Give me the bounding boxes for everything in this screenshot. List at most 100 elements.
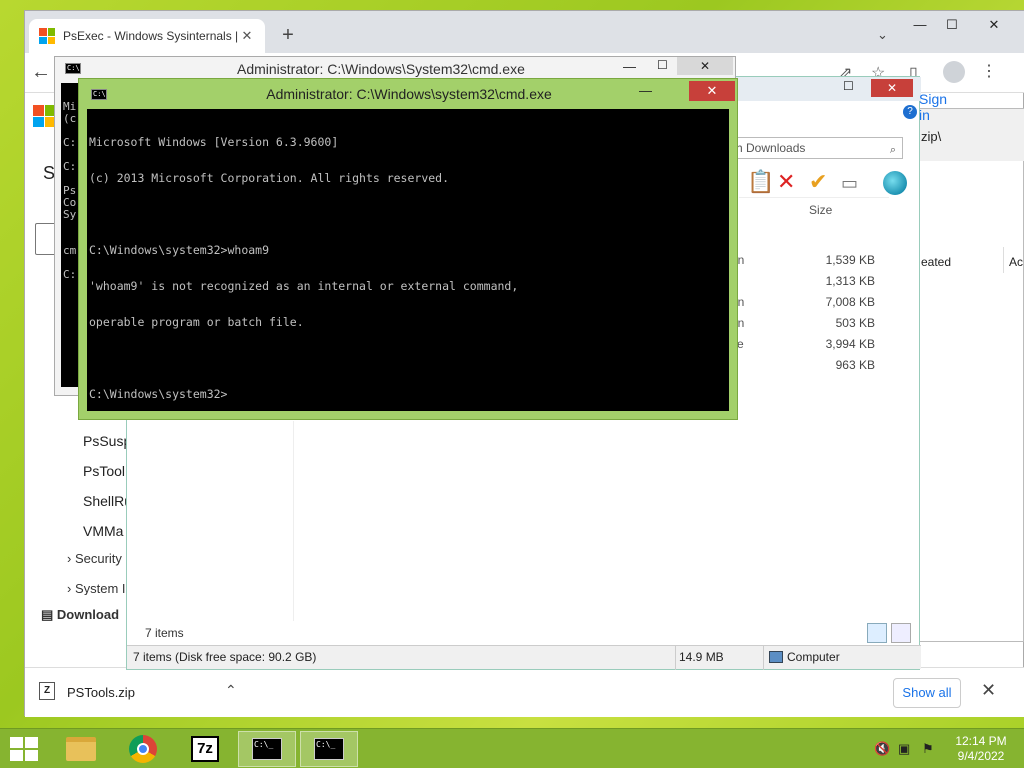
7zip-icon: 7z <box>191 736 219 762</box>
taskbar-cmd-1[interactable]: C:\_ <box>238 731 296 767</box>
console-line: C: <box>63 136 77 149</box>
sign-in-partial[interactable]: Sign in <box>919 91 947 123</box>
tab-search-chevron-icon[interactable]: ⌄ <box>877 27 888 43</box>
column-ac[interactable]: Ac <box>1009 255 1023 269</box>
cmd-back-minimize[interactable]: — <box>623 59 636 74</box>
nav-item[interactable]: VMMa <box>83 523 123 539</box>
console-line: operable program or batch file. <box>89 315 304 329</box>
show-all-button[interactable]: Show all <box>893 678 961 708</box>
taskbar: 7z C:\_ C:\_ 🔇 ▣ ⚑ 12:14 PM 9/4/2022 <box>0 728 1024 768</box>
file-size: 3,994 KB <box>825 337 875 351</box>
console-line: cm <box>63 244 77 257</box>
chevron-up-icon[interactable]: ⌃ <box>225 682 237 699</box>
nav-group[interactable]: › System In <box>67 581 133 595</box>
search-icon: ⌕ <box>889 144 896 156</box>
tab-close-icon[interactable]: ✕ <box>239 28 255 44</box>
console-line: C:\Windows\system32>whoam9 <box>89 243 270 257</box>
file-size: 963 KB <box>835 358 875 372</box>
back-arrow-icon[interactable]: ← <box>31 61 51 84</box>
cmd-back-title: Administrator: C:\Windows\System32\cmd.e… <box>237 61 525 77</box>
file-size: 1,313 KB <box>825 274 875 288</box>
explorer-close-button[interactable]: ✕ <box>871 79 913 97</box>
cmd-console[interactable]: Microsoft Windows [Version 6.3.9600] (c)… <box>87 109 729 411</box>
taskbar-7zip[interactable]: 7z <box>176 731 234 767</box>
checkmark-icon[interactable]: ✔ <box>809 169 827 195</box>
cmd-icon: C:\_ <box>314 738 344 760</box>
file-size: 1,539 KB <box>825 253 875 267</box>
explorer-status-bar: 7 items (Disk free space: 90.2 GB) 14.9 … <box>127 645 921 670</box>
status-divider <box>675 646 676 670</box>
details-view-icon[interactable] <box>867 623 887 643</box>
status-size: 14.9 MB <box>679 650 724 664</box>
console-line: C: <box>63 268 77 281</box>
tab-title: PsExec - Windows Sysinternals | M <box>63 29 239 43</box>
page-microsoft-logo-icon <box>33 105 55 127</box>
file-size: 503 KB <box>835 316 875 330</box>
chrome-close-button[interactable]: ✕ <box>979 15 1009 35</box>
volume-muted-icon[interactable]: 🔇 <box>874 741 890 757</box>
start-button[interactable] <box>10 737 38 761</box>
status-location: Computer <box>787 650 840 664</box>
right-explorer-window: zip\ eated Ac <box>912 108 1024 642</box>
microsoft-logo-icon <box>39 28 55 44</box>
status-items: 7 items (Disk free space: 90.2 GB) <box>133 650 317 664</box>
nav-group[interactable]: › Security U <box>67 551 135 566</box>
cmd-icon: C:\ <box>65 63 81 74</box>
new-tab-button[interactable]: + <box>277 25 299 47</box>
explorer-search-input[interactable]: h Downloads ⌕ <box>731 137 903 159</box>
file-size: 7,008 KB <box>825 295 875 309</box>
taskbar-chrome[interactable] <box>114 731 172 767</box>
console-line: 'whoam9' is not recognized as an interna… <box>89 279 519 293</box>
cmd-minimize-button[interactable]: — <box>639 83 652 98</box>
chrome-tab-strip: PsExec - Windows Sysinternals | M ✕ + ⌄ … <box>25 11 1024 53</box>
items-count: 7 items <box>145 626 184 640</box>
console-line: (c <box>63 112 77 125</box>
nav-group-label: System In <box>74 581 133 595</box>
cmd-close-button[interactable]: ✕ <box>689 81 735 101</box>
header-divider <box>739 197 889 198</box>
downloads-section[interactable]: ▤ Download <box>41 607 119 623</box>
console-line: Microsoft Windows [Version 6.3.9600] <box>89 135 339 149</box>
column-created[interactable]: eated <box>921 255 951 269</box>
cmd-back-maximize[interactable]: ☐ <box>657 58 668 72</box>
path-partial: zip\ <box>921 129 942 144</box>
chrome-maximize-button[interactable]: ☐ <box>937 15 967 35</box>
cmd-window-active[interactable]: C:\ Administrator: C:\Windows\system32\c… <box>78 78 738 420</box>
clock-time: 12:14 PM <box>955 734 1007 748</box>
folder-icon <box>66 737 96 761</box>
nav-item[interactable]: ShellRu <box>83 493 132 509</box>
column-size[interactable]: Size <box>809 203 832 217</box>
action-center-icon[interactable]: ⚑ <box>922 741 934 757</box>
large-icons-view-icon[interactable] <box>891 623 911 643</box>
computer-icon <box>769 651 783 663</box>
pane-divider <box>293 421 294 621</box>
nav-item[interactable]: PsTool <box>83 463 125 479</box>
console-prompt: C:\Windows\system32> <box>89 387 228 401</box>
nav-item[interactable]: PsSusp <box>83 433 131 449</box>
taskbar-cmd-2[interactable]: C:\_ <box>300 731 358 767</box>
console-line: Sy <box>63 208 77 221</box>
downloads-label: Download <box>56 607 120 622</box>
chrome-minimize-button[interactable]: — <box>905 15 935 35</box>
download-shelf: Z PSTools.zip ⌃ Show all ✕ <box>25 667 1024 717</box>
help-icon[interactable]: ? <box>903 105 917 119</box>
download-shelf-close-icon[interactable]: ✕ <box>981 680 996 701</box>
cmd-icon: C:\_ <box>252 738 282 760</box>
paste-icon[interactable]: 📋 <box>747 169 774 195</box>
cmd-back-close[interactable]: ✕ <box>677 57 733 75</box>
system-clock[interactable]: 12:14 PM 9/4/2022 <box>944 734 1018 764</box>
delete-icon[interactable]: ✕ <box>777 169 795 195</box>
more-menu-icon[interactable]: ⋮ <box>981 61 997 81</box>
profile-avatar[interactable] <box>943 61 965 83</box>
explorer-maximize-button[interactable]: ☐ <box>843 79 854 93</box>
chrome-icon <box>129 735 157 763</box>
tab-psexec[interactable]: PsExec - Windows Sysinternals | M ✕ <box>29 19 265 53</box>
globe-icon[interactable] <box>883 171 907 195</box>
info-icon[interactable]: ▭ <box>841 173 858 194</box>
network-icon[interactable]: ▣ <box>898 741 910 757</box>
taskbar-file-explorer[interactable] <box>52 731 110 767</box>
download-file-name[interactable]: PSTools.zip <box>67 685 135 700</box>
console-line: C: <box>63 160 77 173</box>
